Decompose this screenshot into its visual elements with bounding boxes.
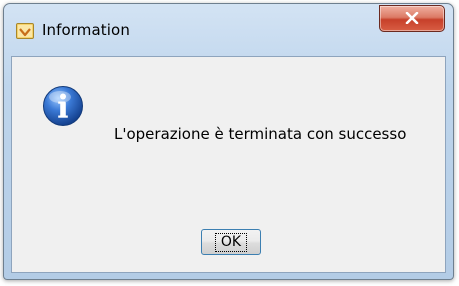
message-text: L'operazione è terminata con successo [114,125,407,143]
ok-button-label: OK [214,232,248,252]
close-icon [405,9,419,28]
window-title: Information [42,21,130,39]
info-icon [42,85,84,127]
dialog-body: L'operazione è terminata con successo OK [11,56,446,273]
ok-button[interactable]: OK [201,229,261,255]
close-button[interactable] [379,5,445,32]
title-bar[interactable]: Information [4,4,453,56]
dialog-window: Information L'operazione è terminata con… [3,3,454,280]
information-window-icon [16,22,34,40]
